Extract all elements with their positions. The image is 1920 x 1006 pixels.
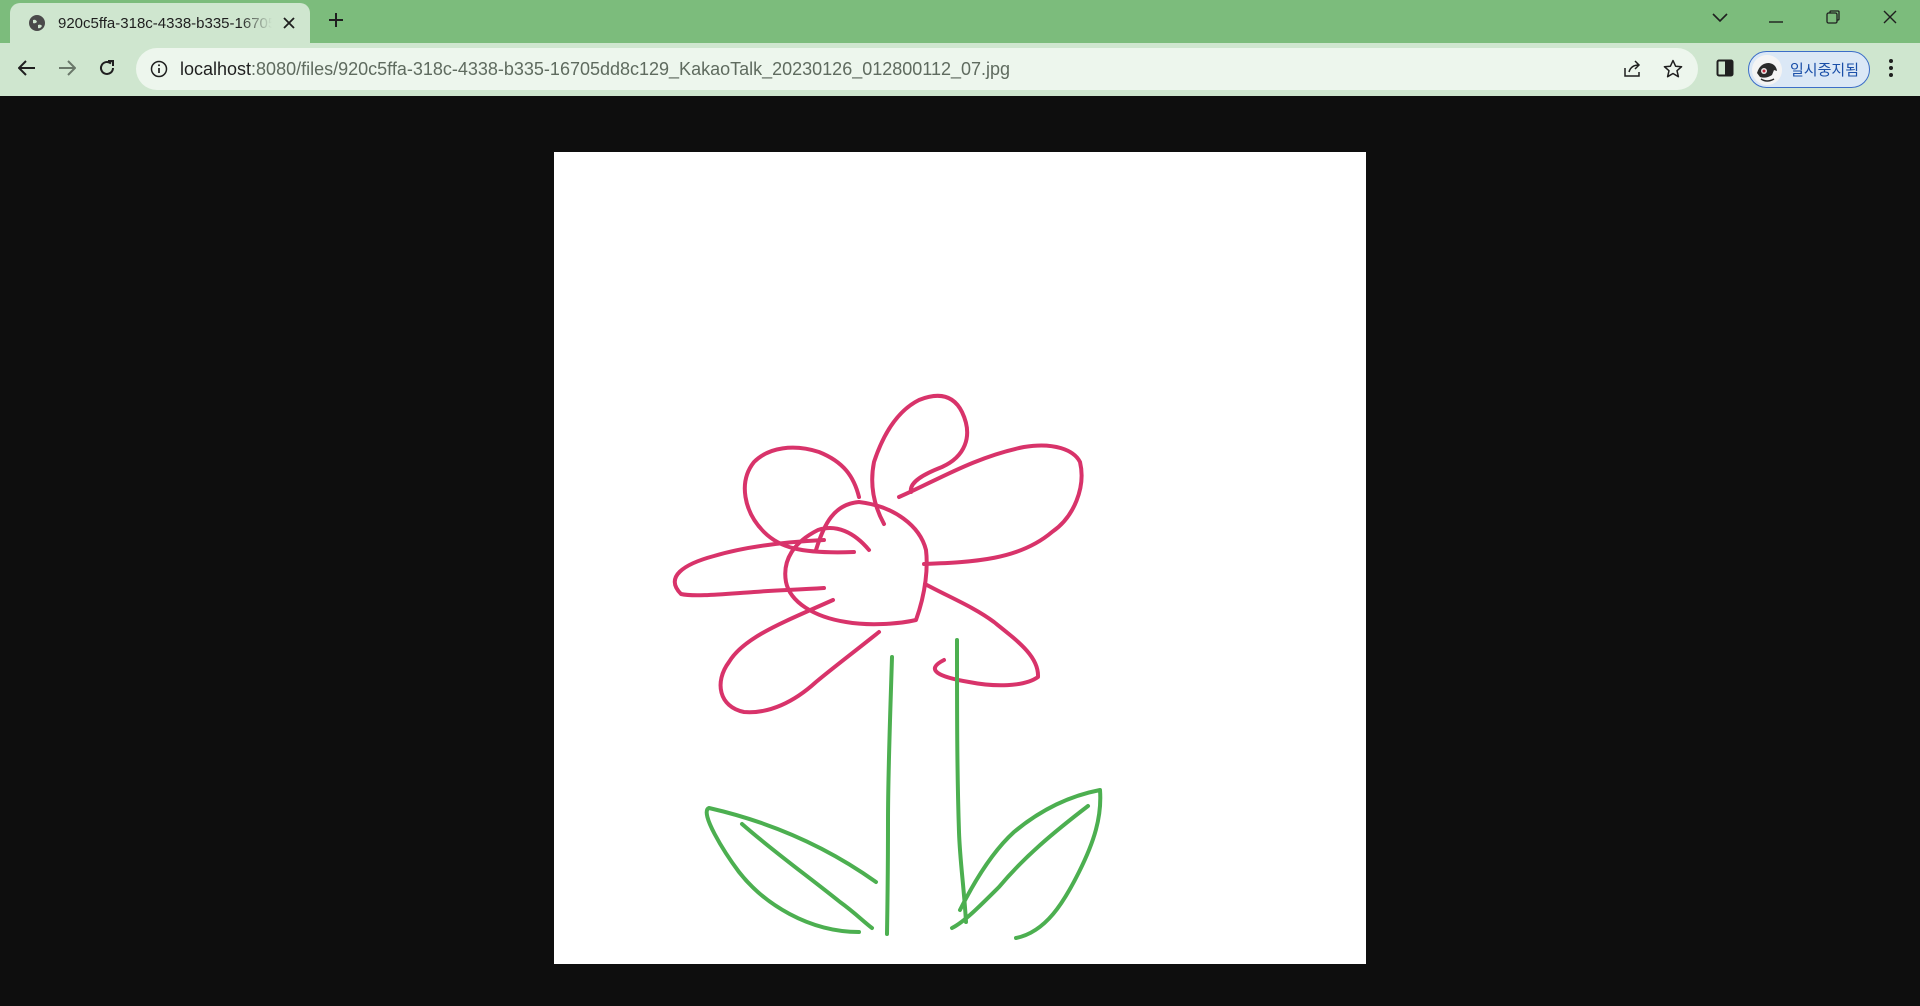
side-panel-button[interactable] bbox=[1710, 55, 1740, 85]
chevron-down-icon bbox=[1712, 10, 1728, 28]
restore-button[interactable] bbox=[1805, 0, 1861, 38]
minimize-button[interactable] bbox=[1748, 0, 1804, 38]
address-bar[interactable]: localhost:8080/files/920c5ffa-318c-4338-… bbox=[136, 48, 1698, 90]
restore-icon bbox=[1826, 9, 1840, 29]
close-window-button[interactable] bbox=[1862, 0, 1918, 38]
minimize-icon bbox=[1769, 10, 1783, 28]
star-icon[interactable] bbox=[1660, 56, 1686, 82]
tab-search-button[interactable] bbox=[1692, 0, 1748, 38]
globe-icon bbox=[28, 14, 46, 32]
flower-center bbox=[783, 500, 929, 627]
stem-left bbox=[885, 655, 894, 936]
avatar bbox=[1752, 54, 1782, 85]
profile-button[interactable]: 일시중지됨 bbox=[1748, 51, 1870, 88]
petal-upper-left bbox=[742, 445, 861, 555]
petal-lower-left bbox=[718, 598, 881, 715]
browser-toolbar: localhost:8080/files/920c5ffa-318c-4338-… bbox=[0, 43, 1920, 96]
forward-button[interactable] bbox=[52, 55, 82, 85]
reload-icon bbox=[98, 59, 116, 82]
url-text: localhost:8080/files/920c5ffa-318c-4338-… bbox=[180, 59, 1010, 80]
leaf-right-vein bbox=[950, 804, 1090, 930]
close-icon bbox=[1883, 10, 1897, 29]
leaf-left bbox=[704, 806, 878, 934]
side-panel-icon bbox=[1716, 59, 1734, 82]
close-icon[interactable] bbox=[278, 12, 300, 34]
reload-button[interactable] bbox=[92, 55, 122, 85]
arrow-left-icon bbox=[17, 59, 36, 81]
back-button[interactable] bbox=[12, 55, 42, 85]
browser-titlebar: 920c5ffa-318c-4338-b335-16705dd8c129_Kak… bbox=[0, 0, 1920, 43]
share-icon[interactable] bbox=[1620, 56, 1646, 82]
petal-lower-right bbox=[923, 582, 1041, 688]
viewed-image[interactable] bbox=[554, 152, 1366, 964]
new-tab-button[interactable] bbox=[322, 8, 350, 36]
petal-top bbox=[870, 393, 970, 526]
menu-button[interactable] bbox=[1876, 55, 1906, 85]
image-viewer bbox=[0, 96, 1920, 1006]
flower-drawing bbox=[672, 393, 1103, 940]
plus-icon bbox=[328, 12, 344, 33]
profile-status: 일시중지됨 bbox=[1790, 62, 1860, 79]
url-host: localhost bbox=[180, 58, 252, 79]
browser-tab[interactable]: 920c5ffa-318c-4338-b335-16705dd8c129_Kak… bbox=[10, 3, 310, 43]
tab-title: 920c5ffa-318c-4338-b335-16705dd8c129_Kak… bbox=[58, 14, 272, 32]
info-icon[interactable] bbox=[150, 60, 168, 78]
url-path: :8080/files/920c5ffa-318c-4338-b335-1670… bbox=[251, 58, 1011, 79]
arrow-right-icon bbox=[58, 59, 77, 81]
kebab-menu-icon bbox=[1888, 58, 1894, 83]
